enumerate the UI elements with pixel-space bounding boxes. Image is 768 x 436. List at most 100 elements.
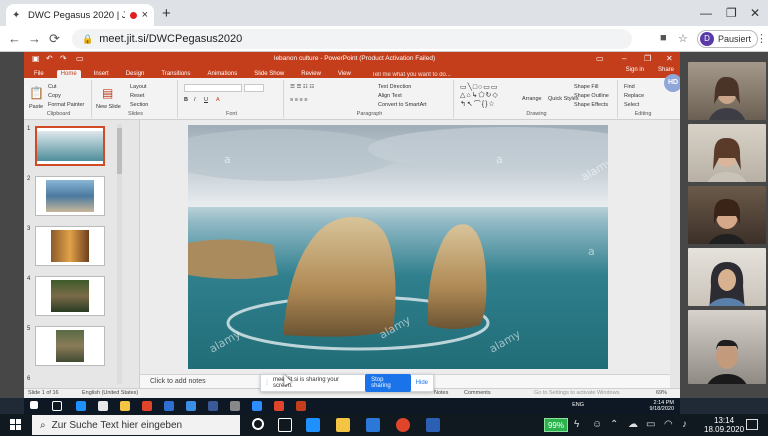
wifi-icon[interactable]: ◠ (664, 419, 673, 430)
camera-indicator-icon[interactable]: ■ (660, 32, 667, 44)
close-window-button[interactable]: ✕ (750, 6, 760, 20)
present-icon[interactable]: ▭ (76, 54, 84, 63)
new-slide-icon[interactable]: ▤ (102, 86, 113, 100)
slide-thumbnail-1[interactable] (35, 126, 105, 166)
thumbnail-scrollbar[interactable] (117, 124, 122, 384)
network-icon[interactable]: ▭ (646, 419, 655, 430)
hide-button[interactable]: Hide (416, 380, 428, 386)
maximize-button[interactable]: ❐ (726, 6, 737, 20)
menu-kebab-icon[interactable]: ⋮ (756, 32, 767, 45)
cortana-icon[interactable] (252, 418, 264, 430)
paste-icon[interactable]: 📋 (29, 86, 44, 100)
font-name-box[interactable] (184, 84, 242, 92)
slide-thumbnail-5[interactable] (35, 326, 105, 366)
tab-animations[interactable]: Animations (204, 70, 242, 78)
notes-toggle[interactable]: Notes (434, 390, 448, 396)
slide-thumbnail-2[interactable] (35, 176, 105, 216)
current-slide[interactable]: a a alamy alamy alamy alamy a (188, 125, 608, 369)
browser-tab[interactable]: ✦ DWC Pegasus 2020 | Jitsi Me × (6, 4, 154, 26)
tab-transitions[interactable]: Transitions (157, 70, 194, 78)
ppt-minimize-icon[interactable]: – (622, 54, 626, 63)
participant-video-3[interactable] (688, 186, 766, 244)
shape-fill-button[interactable]: Shape Fill (574, 84, 598, 90)
convert-smartart-button[interactable]: Convert to SmartArt (378, 102, 427, 108)
stop-sharing-button[interactable]: Stop sharing (365, 374, 411, 392)
ppt-restore-icon[interactable]: ❐ (644, 54, 651, 63)
redo-icon[interactable]: ↷ (60, 54, 67, 63)
shapes-gallery[interactable]: ▭╲□○▭▭ △⌂↳⬠↻◇ ↰↖⌒{}☆ (460, 83, 499, 109)
find-button[interactable]: Find (624, 84, 635, 90)
new-slide-button[interactable]: New Slide (96, 104, 121, 110)
bullets-icon[interactable]: ☰ ☰ ☷ ☷ (290, 84, 314, 90)
shape-outline-button[interactable]: Shape Outline (574, 93, 609, 99)
profile-button[interactable]: D Pausiert (697, 30, 759, 48)
battery-indicator[interactable]: 99% (544, 418, 568, 432)
font-size-box[interactable] (244, 84, 264, 92)
bookmark-star-icon[interactable]: ☆ (678, 32, 688, 45)
participant-video-4[interactable] (688, 248, 766, 306)
participant-video-5[interactable] (688, 310, 766, 384)
tab-insert[interactable]: Insert (90, 70, 113, 78)
zoom-level[interactable]: 69% (656, 390, 667, 396)
slide-thumbnail-3[interactable] (35, 226, 105, 266)
slide-scrollbar[interactable] (670, 120, 680, 374)
tab-view[interactable]: View (334, 70, 355, 78)
save-icon[interactable]: ▣ (32, 54, 40, 63)
sign-in-link[interactable]: Sign in (626, 67, 644, 73)
cloud-icon[interactable]: ☁ (628, 419, 638, 430)
font-color-icon[interactable]: A (216, 97, 220, 103)
section-button[interactable]: Section (130, 102, 148, 108)
tab-home[interactable]: Home (56, 70, 81, 78)
minimize-button[interactable]: — (700, 6, 712, 20)
user-avatar-badge[interactable]: HD (664, 74, 680, 92)
power-icon[interactable]: ϟ (574, 419, 579, 430)
copy-button[interactable]: Copy (48, 93, 61, 99)
drag-handle-icon[interactable]: ⁞ (266, 380, 268, 387)
windows-start-icon[interactable] (10, 419, 22, 431)
paste-button[interactable]: Paste (29, 104, 43, 110)
people-icon[interactable]: ☺ (592, 419, 602, 430)
share-button[interactable]: Share (658, 67, 674, 73)
text-direction-button[interactable]: Text Direction (378, 84, 411, 90)
taskbar-search[interactable]: ⌕ Zur Suche Text hier eingeben (32, 415, 240, 435)
underline-button[interactable]: U (204, 97, 208, 103)
task-view-icon[interactable] (278, 418, 292, 432)
address-bar[interactable]: 🔒 meet.jit.si/DWCPegasus2020 (72, 29, 632, 49)
notification-center-icon[interactable] (746, 419, 758, 430)
replace-button[interactable]: Replace (624, 93, 644, 99)
edge-icon[interactable] (306, 418, 320, 432)
tab-design[interactable]: Design (122, 70, 149, 78)
forward-arrow-icon[interactable]: → (28, 31, 41, 46)
reset-button[interactable]: Reset (130, 93, 144, 99)
format-painter-button[interactable]: Format Painter (48, 102, 84, 108)
tab-file[interactable]: File (30, 70, 48, 78)
new-tab-button[interactable]: + (162, 5, 171, 22)
back-arrow-icon[interactable]: ← (8, 31, 21, 46)
participant-video-1[interactable] (688, 62, 766, 120)
volume-icon[interactable]: ♪ (682, 419, 687, 430)
slide-thumbnail-4[interactable] (35, 276, 105, 316)
shape-effects-button[interactable]: Shape Effects (574, 102, 608, 108)
file-explorer-icon[interactable] (336, 418, 350, 432)
taskbar-clock[interactable]: 13:14 18.09.2020 (704, 416, 744, 434)
mail-icon[interactable] (366, 418, 380, 432)
bold-button[interactable]: B (184, 97, 188, 103)
align-icons[interactable]: ≡ ≡ ≡ ≡ (290, 97, 307, 103)
reload-icon[interactable]: ⟳ (49, 31, 60, 47)
participant-video-2[interactable] (688, 124, 766, 182)
tab-review[interactable]: Review (297, 70, 325, 78)
italic-button[interactable]: I (194, 97, 196, 103)
tab-close-icon[interactable]: × (142, 9, 148, 21)
comments-toggle[interactable]: Comments (464, 390, 491, 396)
layout-button[interactable]: Layout (130, 84, 147, 90)
chevron-up-icon[interactable]: ⌃ (610, 419, 618, 430)
undo-icon[interactable]: ↶ (46, 54, 53, 63)
ribbon-display-icon[interactable]: ▭ (596, 54, 604, 63)
tab-slide-show[interactable]: Slide Show (250, 70, 288, 78)
select-button[interactable]: Select (624, 102, 639, 108)
cut-button[interactable]: Cut (48, 84, 57, 90)
arrange-button[interactable]: Arrange (522, 96, 542, 102)
align-text-button[interactable]: Align Text (378, 93, 402, 99)
word-icon[interactable] (426, 418, 440, 432)
chrome-icon[interactable] (396, 418, 410, 432)
